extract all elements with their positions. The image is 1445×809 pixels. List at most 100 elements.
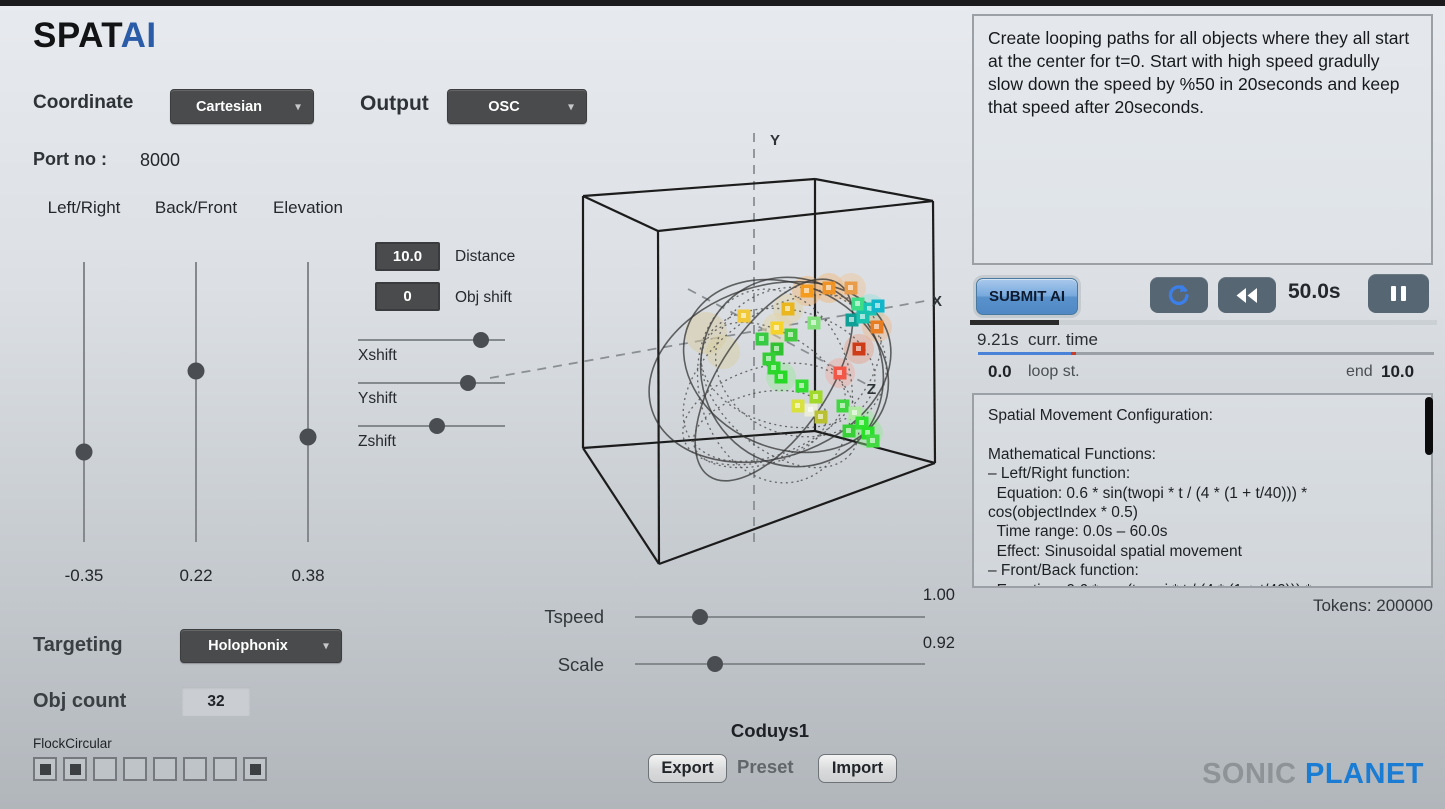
cube-edge: [583, 431, 815, 448]
object-marker-highlight: [774, 346, 779, 351]
flock-checkbox-8[interactable]: [243, 757, 267, 781]
coordinate-dropdown[interactable]: Cartesian ▾: [170, 89, 314, 124]
scale-knob[interactable]: [707, 656, 723, 672]
object-marker: [805, 404, 818, 417]
coordinate-label: Coordinate: [33, 92, 133, 114]
app-logo-accent: AI: [121, 16, 157, 55]
submit-ai-button[interactable]: SUBMIT AI: [976, 278, 1078, 315]
time-progress-bar[interactable]: [970, 320, 1437, 325]
app-logo-primary: SPAT: [33, 16, 121, 55]
flock-checkbox-7[interactable]: [213, 757, 237, 781]
shift-sliders-group: XshiftYshiftZshift: [358, 330, 508, 460]
flock-checkbox-5[interactable]: [153, 757, 177, 781]
loop-position-marker[interactable]: [1071, 352, 1076, 355]
rewind-button[interactable]: [1218, 277, 1276, 313]
obj-count-label: Obj count: [33, 690, 126, 713]
object-marker: [808, 317, 821, 330]
yshift-slider[interactable]: [358, 382, 505, 384]
marker-glow: [853, 418, 883, 448]
output-dropdown[interactable]: OSC ▾: [447, 89, 587, 124]
trajectory-curve-dotted: [700, 269, 903, 454]
scale-value: 0.92: [885, 634, 955, 653]
config-line: Mathematical Functions:: [988, 445, 1417, 464]
axis-slider-knob[interactable]: [188, 363, 205, 380]
loop-start-value[interactable]: 0.0: [988, 362, 1012, 382]
tspeed-slider[interactable]: [635, 616, 925, 618]
loop-start-label: loop st.: [1028, 363, 1080, 381]
axis-slider-track[interactable]: [83, 262, 85, 542]
scale-slider[interactable]: [635, 663, 925, 665]
flock-circular-label: FlockCircular: [33, 736, 112, 751]
axis-slider-knob[interactable]: [76, 444, 93, 461]
object-marker: [792, 400, 805, 413]
targeting-dropdown[interactable]: Holophonix ▾: [180, 629, 342, 663]
obj-shift-label: Obj shift: [455, 289, 512, 307]
object-marker-highlight: [870, 438, 875, 443]
yshift-label: Yshift: [358, 390, 397, 408]
targeting-dropdown-value: Holophonix: [208, 638, 314, 654]
ai-prompt-textarea[interactable]: Create looping paths for all objects whe…: [972, 14, 1433, 265]
object-marker: [796, 380, 809, 393]
zshift-slider[interactable]: [358, 425, 505, 427]
flock-checkbox-2[interactable]: [63, 757, 87, 781]
tspeed-label: Tspeed: [518, 606, 604, 628]
object-marker: [771, 343, 784, 356]
checkbox-checked-mark: [250, 764, 261, 775]
yshift-knob[interactable]: [460, 375, 476, 391]
object-marker-highlight: [874, 324, 879, 329]
object-marker: [872, 300, 885, 313]
zshift-knob[interactable]: [429, 418, 445, 434]
axis-slider-value: 0.38: [248, 566, 368, 586]
flock-checkbox-6[interactable]: [183, 757, 207, 781]
axis-slider-label: Elevation: [248, 198, 368, 220]
object-marker-highlight: [846, 428, 851, 433]
duration-value: 50.0s: [1288, 280, 1341, 304]
xshift-slider[interactable]: [358, 339, 505, 341]
cube-edge: [933, 201, 935, 463]
checkbox-checked-mark: [70, 764, 81, 775]
pause-icon: [1389, 286, 1409, 301]
obj-shift-field[interactable]: 0: [375, 282, 440, 311]
flock-checkbox-3[interactable]: [93, 757, 117, 781]
obj-count-field[interactable]: 32: [182, 687, 250, 716]
xshift-knob[interactable]: [473, 332, 489, 348]
config-scrollbar[interactable]: [1425, 397, 1433, 455]
tspeed-knob[interactable]: [692, 609, 708, 625]
flock-checkbox-4[interactable]: [123, 757, 147, 781]
pause-button[interactable]: [1368, 274, 1429, 313]
targeting-label: Targeting: [33, 634, 123, 657]
object-marker: [852, 298, 865, 311]
axis-slider-knob[interactable]: [300, 429, 317, 446]
output-label: Output: [360, 92, 429, 116]
export-button[interactable]: Export: [648, 754, 727, 783]
object-marker: [864, 303, 877, 316]
object-marker-highlight: [813, 394, 818, 399]
object-marker-highlight: [804, 288, 809, 293]
port-value[interactable]: 8000: [140, 150, 180, 171]
end-value[interactable]: 10.0: [1381, 362, 1414, 382]
marker-glow: [847, 408, 877, 438]
cube-edge: [658, 231, 659, 564]
object-marker: [823, 282, 836, 295]
current-time-value: 9.21s: [977, 330, 1019, 349]
window-top-bar: [0, 0, 1445, 6]
axis-slider-value: -0.35: [24, 566, 144, 586]
object-marker: [837, 400, 850, 413]
config-line: Time range: 0.0s – 60.0s: [988, 522, 1417, 541]
object-marker-highlight: [840, 403, 845, 408]
object-marker: [853, 343, 866, 356]
marker-glow: [855, 294, 885, 324]
object-marker-highlight: [860, 314, 865, 319]
axis-slider-track[interactable]: [307, 262, 309, 542]
loop-button[interactable]: [1150, 277, 1208, 313]
distance-field[interactable]: 10.0: [375, 242, 440, 271]
loop-range-bar[interactable]: [978, 352, 1434, 355]
import-button[interactable]: Import: [818, 754, 897, 783]
axis-slider-track[interactable]: [195, 262, 197, 542]
end-label: end: [1346, 363, 1373, 381]
marker-glow: [836, 273, 866, 303]
object-marker: [849, 407, 862, 420]
marker-glow: [773, 294, 803, 324]
object-marker: [782, 303, 795, 316]
flock-checkbox-1[interactable]: [33, 757, 57, 781]
